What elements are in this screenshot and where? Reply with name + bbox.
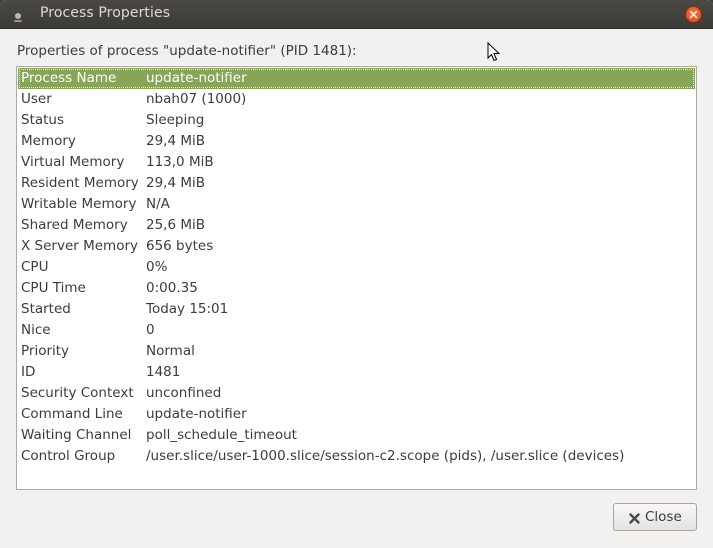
property-row[interactable]: Command Line update-notifier bbox=[18, 404, 695, 425]
property-value: Today 15:01 bbox=[146, 301, 229, 317]
property-key: Status bbox=[21, 112, 65, 128]
property-key: Process Name bbox=[21, 70, 117, 86]
property-row[interactable]: Virtual Memory 113,0 MiB bbox=[18, 152, 695, 173]
property-value: 1481 bbox=[146, 364, 181, 380]
property-value: 0 bbox=[146, 322, 155, 338]
window-close-button[interactable] bbox=[685, 6, 702, 23]
property-row[interactable]: Shared Memory 25,6 MiB bbox=[18, 215, 695, 236]
property-key: User bbox=[21, 91, 52, 107]
property-value: 0:00.35 bbox=[146, 280, 198, 296]
process-properties-window: Process Properties Properties of process… bbox=[0, 0, 713, 548]
property-value: 29,4 MiB bbox=[146, 133, 206, 149]
properties-list[interactable]: Process Name update-notifier User nbah07 (1… bbox=[16, 66, 697, 490]
property-key: Nice bbox=[21, 322, 51, 338]
property-key: Control Group bbox=[21, 448, 116, 464]
property-row[interactable]: Memory 29,4 MiB bbox=[18, 131, 695, 152]
property-row[interactable]: CPU 0% bbox=[18, 257, 695, 278]
property-value: 656 bytes bbox=[146, 238, 214, 254]
property-key: Memory bbox=[21, 133, 76, 149]
property-row[interactable]: Started Today 15:01 bbox=[18, 299, 695, 320]
property-key: Command Line bbox=[21, 406, 123, 422]
mouse-pointer-icon bbox=[487, 41, 501, 66]
property-key: ID bbox=[21, 364, 36, 380]
property-key: Waiting Channel bbox=[21, 427, 132, 443]
property-value: update-notifier bbox=[146, 70, 247, 86]
property-key: Shared Memory bbox=[21, 217, 128, 233]
property-value: update-notifier bbox=[146, 406, 247, 422]
property-row[interactable]: Control Group/user.slice/user-1000.slice… bbox=[18, 446, 695, 467]
property-row[interactable]: Security Context unconfined bbox=[18, 383, 695, 404]
property-value: 0% bbox=[146, 259, 168, 275]
property-key: Started bbox=[21, 301, 71, 317]
property-row[interactable]: Waiting Channel poll_schedule_timeout bbox=[18, 425, 695, 446]
property-row[interactable]: ID 1481 bbox=[18, 362, 695, 383]
app-icon bbox=[12, 8, 24, 22]
property-key: Security Context bbox=[21, 385, 134, 401]
property-value: /user.slice/user-1000.slice/session-c2.s… bbox=[146, 448, 625, 464]
title-bar[interactable]: Process Properties bbox=[0, 0, 713, 29]
property-row[interactable]: Status Sleeping bbox=[18, 110, 695, 131]
property-key: CPU Time bbox=[21, 280, 86, 296]
property-key: CPU bbox=[21, 259, 49, 275]
property-row[interactable]: CPU Time 0:00.35 bbox=[18, 278, 695, 299]
property-key: Priority bbox=[21, 343, 70, 359]
x-icon bbox=[629, 512, 640, 524]
property-value: 25,6 MiB bbox=[146, 217, 206, 233]
property-row[interactable]: Nice 0 bbox=[18, 320, 695, 341]
property-row[interactable]: Resident Memory 29,4 MiB bbox=[18, 173, 695, 194]
property-key: Resident Memory bbox=[21, 175, 139, 191]
property-value: poll_schedule_timeout bbox=[146, 427, 297, 443]
property-value: nbah07 (1000) bbox=[146, 91, 247, 107]
property-value: Sleeping bbox=[146, 112, 205, 128]
properties-heading: Properties of process "update-notifier" … bbox=[17, 43, 357, 59]
property-value: 113,0 MiB bbox=[146, 154, 214, 170]
property-value: unconfined bbox=[146, 385, 222, 401]
close-button[interactable]: Close bbox=[613, 503, 697, 531]
property-key: Writable Memory bbox=[21, 196, 137, 212]
close-icon bbox=[689, 10, 698, 19]
property-row[interactable]: User nbah07 (1000) bbox=[18, 89, 695, 110]
property-row[interactable]: Writable Memory N/A bbox=[18, 194, 695, 215]
property-key: X Server Memory bbox=[21, 238, 139, 254]
property-value: N/A bbox=[146, 196, 170, 212]
property-row[interactable]: Priority Normal bbox=[18, 341, 695, 362]
property-value: 29,4 MiB bbox=[146, 175, 206, 191]
window-title: Process Properties bbox=[40, 5, 171, 21]
property-key: Virtual Memory bbox=[21, 154, 125, 170]
property-row[interactable]: Process Name update-notifier bbox=[18, 68, 695, 89]
close-button-label: Close bbox=[645, 509, 682, 525]
property-value: Normal bbox=[146, 343, 195, 359]
property-row[interactable]: X Server Memory 656 bytes bbox=[18, 236, 695, 257]
